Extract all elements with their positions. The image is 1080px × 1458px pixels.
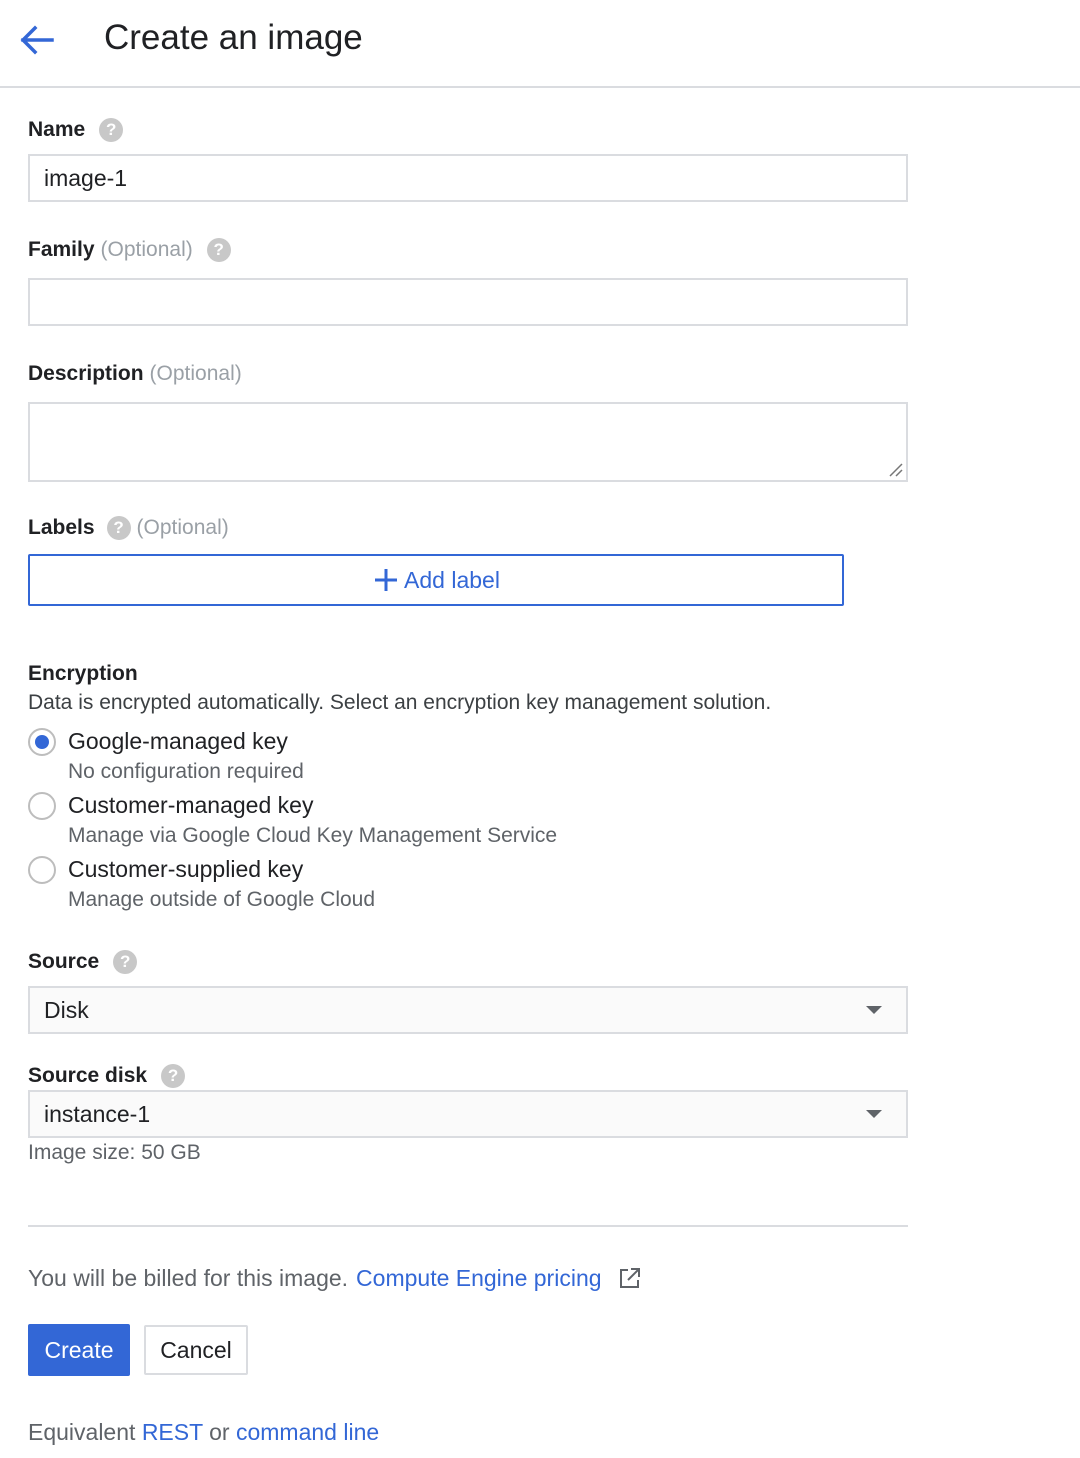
radio-sub-customer-supplied-key: Manage outside of Google Cloud	[68, 888, 376, 911]
labels-optional-text: (Optional)	[136, 516, 229, 539]
name-input-value: image-1	[44, 164, 128, 191]
description-label-row: Description (Optional)	[28, 360, 242, 388]
divider	[28, 1225, 908, 1227]
help-icon[interactable]: ?	[161, 1064, 186, 1088]
name-label: Name	[28, 118, 86, 141]
equivalent-prefix: Equivalent	[28, 1419, 136, 1445]
add-label-text: Add label	[404, 566, 500, 593]
billing-text: You will be billed for this image.	[28, 1265, 349, 1291]
radio-label-customer-managed-key[interactable]: Customer-managed key	[68, 790, 313, 820]
help-icon[interactable]: ?	[106, 516, 131, 540]
labels-label: Labels	[28, 516, 95, 539]
description-label: Description	[28, 362, 144, 385]
billing-notice: You will be billed for this image. Compu…	[28, 1262, 642, 1294]
source-label: Source	[28, 950, 100, 973]
source-disk-label-row: Source disk ?	[28, 1062, 186, 1090]
equivalent-line: Equivalent REST or command line	[28, 1416, 379, 1448]
external-link-icon[interactable]	[618, 1266, 642, 1290]
source-disk-label: Source disk	[28, 1064, 148, 1087]
radio-label-google-managed-key[interactable]: Google-managed key	[68, 726, 288, 756]
source-disk-select-value: instance-1	[44, 1100, 151, 1127]
source-select[interactable]: Disk	[28, 986, 908, 1034]
radio-google-managed-key[interactable]	[28, 728, 56, 756]
rest-link[interactable]: REST	[142, 1419, 203, 1445]
help-icon[interactable]: ?	[206, 238, 231, 262]
resize-handle-icon[interactable]	[886, 460, 904, 478]
source-disk-select[interactable]: instance-1	[28, 1090, 908, 1138]
command-line-link[interactable]: command line	[236, 1419, 379, 1445]
help-icon[interactable]: ?	[99, 118, 124, 142]
add-label-button[interactable]: Add label	[28, 554, 844, 606]
source-label-row: Source ?	[28, 948, 138, 976]
chevron-down-icon	[866, 1006, 882, 1014]
equivalent-or: or	[209, 1419, 230, 1445]
description-textarea[interactable]	[28, 402, 908, 482]
page-header: Create an image	[0, 0, 1080, 88]
create-button[interactable]: Create	[28, 1324, 130, 1376]
family-input[interactable]	[28, 278, 908, 326]
family-label-row: Family (Optional) ?	[28, 236, 231, 264]
plus-icon	[375, 569, 398, 591]
radio-sub-customer-managed-key: Manage via Google Cloud Key Management S…	[68, 824, 558, 847]
name-input[interactable]: image-1	[28, 154, 908, 202]
name-label-row: Name ?	[28, 116, 124, 144]
family-label: Family	[28, 238, 95, 261]
labels-label-row: Labels ? (Optional)	[28, 514, 229, 542]
radio-sub-google-managed-key: No configuration required	[68, 760, 304, 783]
page-title: Create an image	[104, 18, 363, 57]
radio-label-customer-supplied-key[interactable]: Customer-supplied key	[68, 854, 303, 884]
help-icon[interactable]: ?	[113, 950, 138, 974]
image-size-text: Image size: 50 GB	[28, 1141, 201, 1164]
family-optional-text: (Optional)	[100, 238, 193, 261]
radio-customer-managed-key[interactable]	[28, 792, 56, 820]
back-button[interactable]	[14, 20, 58, 60]
description-optional-text: (Optional)	[149, 362, 242, 385]
source-select-value: Disk	[44, 996, 89, 1023]
compute-engine-pricing-link[interactable]: Compute Engine pricing	[356, 1262, 601, 1294]
cancel-button[interactable]: Cancel	[144, 1325, 248, 1375]
arrow-back-icon	[20, 25, 54, 55]
chevron-down-icon	[866, 1110, 882, 1118]
encryption-description: Data is encrypted automatically. Select …	[28, 691, 772, 714]
radio-customer-supplied-key[interactable]	[28, 856, 56, 884]
encryption-title: Encryption	[28, 662, 138, 685]
